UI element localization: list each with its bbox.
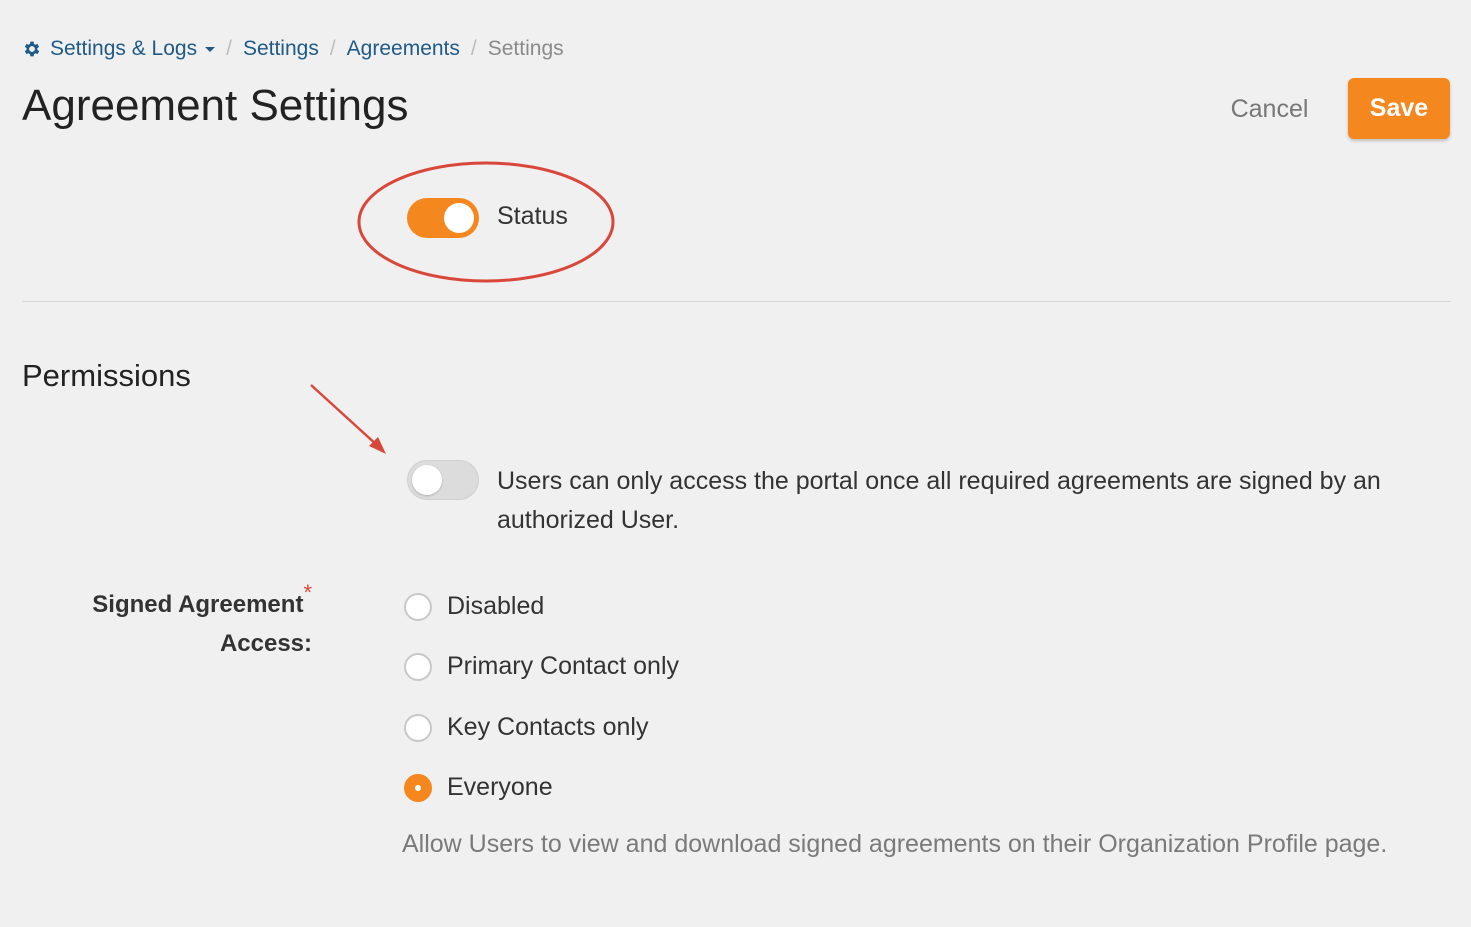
status-toggle[interactable] xyxy=(407,198,479,238)
radio-option-key-contacts[interactable]: Key Contacts only xyxy=(404,713,649,742)
gear-icon xyxy=(24,41,40,57)
radio-button[interactable] xyxy=(404,713,432,742)
breadcrumb-agreements[interactable]: Agreements xyxy=(347,37,460,61)
page-title: Agreement Settings xyxy=(22,81,409,130)
portal-access-toggle[interactable] xyxy=(407,460,479,500)
permissions-heading: Permissions xyxy=(22,358,191,393)
label-line-2: Access: xyxy=(219,630,312,657)
status-label: Status xyxy=(497,202,568,230)
annotation-arrow-line xyxy=(310,384,379,447)
radio-button[interactable] xyxy=(404,592,432,621)
radio-option-everyone[interactable]: Everyone xyxy=(404,773,553,802)
radio-button[interactable] xyxy=(404,652,432,681)
radio-option-disabled[interactable]: Disabled xyxy=(404,592,544,621)
required-indicator: * xyxy=(303,580,312,605)
radio-option-primary-contact[interactable]: Primary Contact only xyxy=(404,652,679,681)
signed-agreement-access-label: Signed Agreement* Access: xyxy=(60,580,312,663)
caret-down-icon xyxy=(205,46,216,52)
radio-label: Everyone xyxy=(447,773,553,801)
breadcrumb-separator: / xyxy=(329,37,336,60)
section-divider xyxy=(22,301,1451,302)
breadcrumb-separator: / xyxy=(226,37,232,60)
breadcrumb: Settings & Logs / Settings / Agreements … xyxy=(22,34,564,64)
label-line-1: Signed Agreement xyxy=(92,591,304,618)
cancel-button[interactable]: Cancel xyxy=(1212,84,1327,134)
breadcrumb-separator: / xyxy=(470,37,477,60)
annotation-arrow-head xyxy=(369,437,386,454)
radio-button-selected[interactable] xyxy=(404,773,432,802)
save-button[interactable]: Save xyxy=(1348,78,1450,139)
toggle-knob xyxy=(412,465,442,495)
breadcrumb-settings[interactable]: Settings xyxy=(243,37,319,61)
radio-label: Disabled xyxy=(447,592,545,620)
highlight-ellipse xyxy=(357,161,615,283)
toggle-knob xyxy=(444,203,474,233)
breadcrumb-root-label[interactable]: Settings & Logs xyxy=(50,37,197,61)
portal-access-description: Users can only access the portal once al… xyxy=(497,467,1381,534)
breadcrumb-current: Settings xyxy=(487,37,564,60)
radio-label: Primary Contact only xyxy=(447,652,680,680)
radio-label: Key Contacts only xyxy=(447,713,649,741)
signed-access-help-text: Allow Users to view and download signed … xyxy=(402,830,1388,858)
settings-logs-dropdown[interactable]: Settings & Logs xyxy=(22,37,216,61)
